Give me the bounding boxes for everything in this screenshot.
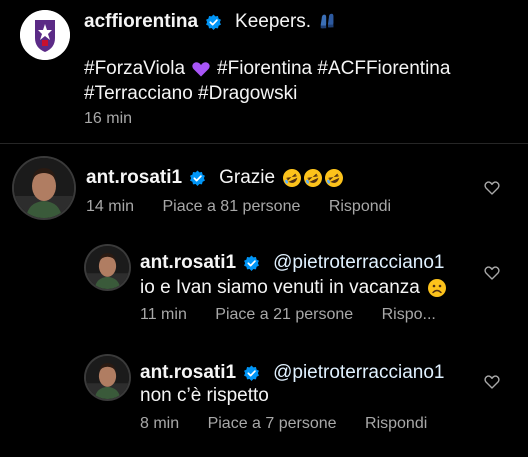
reply-header: ant.rosati1 @pietroterracciano1 [140,361,444,385]
comment-header: ant.rosati1 Grazie [86,166,344,190]
hashtag-link[interactable]: #Terracciano #Dragowski [84,81,504,106]
comment-text: Grazie [219,167,276,188]
like-heart-icon[interactable] [484,180,500,196]
hashtag-link[interactable]: #ForzaViola [84,56,185,81]
gloves-emoji [318,11,340,33]
mention-link[interactable]: @pietroterracciano1 [273,252,444,274]
reply-meta: 11 min Piace a 21 persone Rispo... [140,306,436,324]
comment-time: 8 min [140,415,180,432]
reply-username[interactable]: ant.rosati1 [140,362,236,384]
user-photo-icon [14,158,74,218]
verified-badge-icon [205,14,222,31]
reply-username[interactable]: ant.rosati1 [140,252,236,274]
reply-button[interactable]: Rispondi [365,415,427,432]
comment-time: 14 min [86,198,135,215]
hashtag-link[interactable]: #Fiorentina #ACFFiorentina [217,56,450,81]
reply-avatar[interactable] [86,356,129,399]
reply-meta: 8 min Piace a 7 persone Rispondi [140,415,427,433]
user-photo-icon [86,356,129,399]
fiorentina-logo-avatar[interactable] [20,10,70,60]
reply-text-line: io e Ivan siamo venuti in vacanza [140,276,447,300]
reply-text-line: non c’è rispetto [140,384,269,408]
reply-text: io e Ivan siamo venuti in vacanza [140,277,420,298]
reply-avatar[interactable] [86,246,129,289]
like-heart-icon[interactable] [484,374,500,390]
caption-hashtags: #ForzaViola #Fiorentina #ACFFiorentina #… [84,56,504,106]
verified-badge-icon [243,255,260,272]
comment-likes-link[interactable]: Piace a 7 persone [208,415,337,432]
verified-badge-icon [189,170,206,187]
frowning-face-emoji [427,278,447,298]
user-photo-icon [86,246,129,289]
comment-likes-link[interactable]: Piace a 81 persone [162,198,300,215]
rolling-laughing-emoji [303,168,323,188]
comment-likes-link[interactable]: Piace a 21 persone [215,306,353,323]
caption-time: 16 min [84,110,133,127]
reply-button[interactable]: Rispo... [382,306,436,323]
comment-meta: 14 min Piace a 81 persone Rispondi [86,198,391,216]
purple-heart-emoji [191,59,211,79]
reply-header: ant.rosati1 @pietroterracciano1 [140,251,444,275]
comment-avatar[interactable] [14,158,74,218]
reply-button[interactable]: Rispondi [329,198,391,215]
divider [0,143,528,144]
reply-text: non c’è rispetto [140,385,269,406]
comment-username[interactable]: ant.rosati1 [86,167,182,189]
verified-badge-icon [243,365,260,382]
mention-link[interactable]: @pietroterracciano1 [273,362,444,384]
rolling-laughing-emoji [282,168,302,188]
caption-username[interactable]: acffiorentina [84,11,198,33]
caption-text: Keepers. [235,11,312,32]
fiorentina-logo-icon [20,10,70,60]
comment-time: 11 min [140,306,187,323]
caption-header: acffiorentina Keepers. [84,10,340,34]
like-heart-icon[interactable] [484,265,500,281]
rolling-laughing-emoji [324,168,344,188]
